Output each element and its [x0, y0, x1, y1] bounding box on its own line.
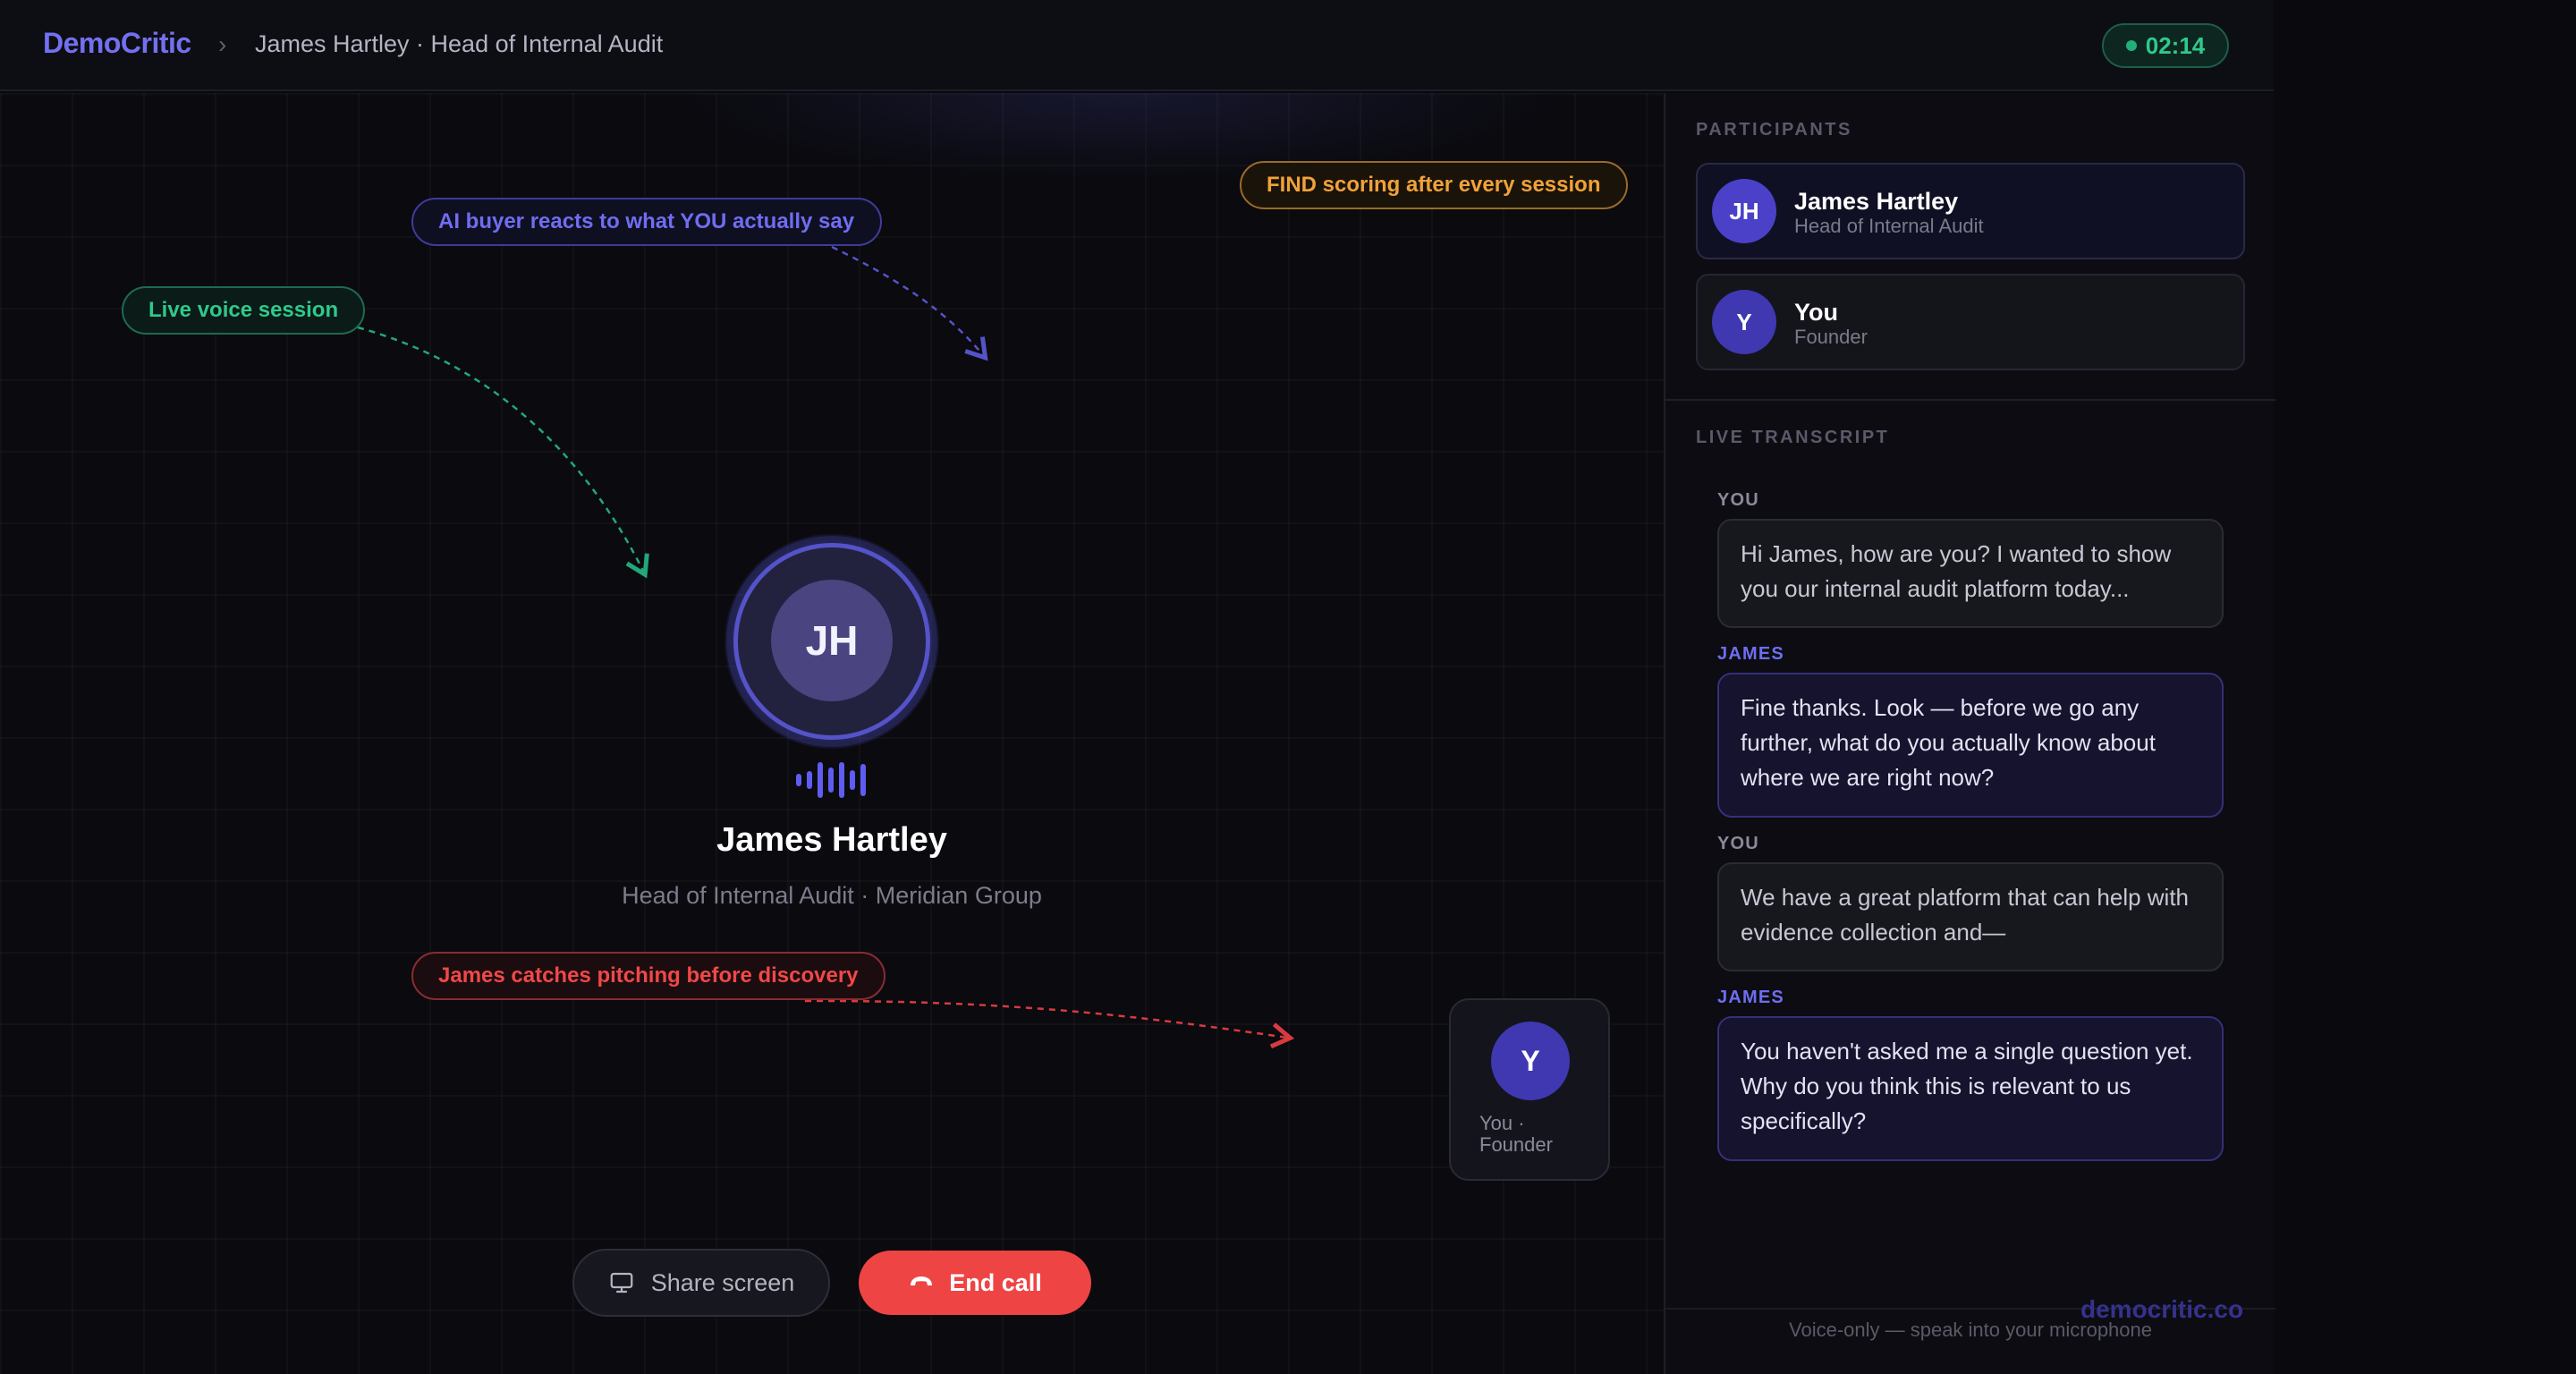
transcript-speaker: JAMES [1717, 988, 1784, 1007]
callout-live-voice: Live voice session [122, 286, 365, 335]
transcript-message: Fine thanks. Look — before we go any fur… [1717, 673, 2224, 818]
end-call-button[interactable]: End call [859, 1251, 1091, 1315]
call-timer: 02:14 [2102, 23, 2229, 68]
transcript-message: Hi James, how are you? I wanted to show … [1717, 519, 2224, 628]
speaker-avatar: JH [771, 580, 893, 701]
share-screen-button[interactable]: Share screen [572, 1249, 830, 1317]
app-window: DemoCritic › James Hartley · Head of Int… [0, 0, 2576, 1374]
participants-title: PARTICIPANTS [1696, 120, 1852, 140]
self-label: You · Founder [1479, 1112, 1553, 1156]
breadcrumb-separator: › [218, 30, 227, 58]
phone-hangup-icon [908, 1272, 935, 1293]
brand-logo[interactable]: DemoCritic [43, 27, 191, 60]
transcript-speaker: YOU [1717, 490, 1759, 510]
participant-card-james[interactable]: JH James Hartley Head of Internal Audit [1696, 163, 2245, 259]
transcript-message: You haven't asked me a single question y… [1717, 1016, 2224, 1161]
side-panel: PARTICIPANTS JH James Hartley Head of In… [1664, 93, 2275, 1374]
participant-role: Founder [1794, 326, 1868, 348]
speaker-role: Head of Internal Audit · Meridian Group [622, 882, 1042, 909]
callout-find-scoring: FIND scoring after every session [1240, 161, 1628, 209]
monitor-icon [608, 1269, 635, 1296]
watermark: democritic.co [2080, 1295, 2244, 1323]
transcript-speaker: JAMES [1717, 644, 1784, 664]
callout-ai-buyer: AI buyer reacts to what YOU actually say [411, 198, 882, 246]
callout-pitching: James catches pitching before discovery [411, 952, 886, 1000]
share-screen-label: Share screen [650, 1268, 795, 1296]
participant-name: James Hartley [1794, 188, 1959, 215]
transcript-message: We have a great platform that can help w… [1717, 862, 2224, 971]
breadcrumb: James Hartley · Head of Internal Audit [255, 30, 664, 57]
self-avatar: Y [1491, 1022, 1570, 1100]
speaker-name: James Hartley [716, 821, 947, 859]
self-video-tile: Y You · Founder [1449, 998, 1610, 1181]
participant-card-you[interactable]: Y You Founder [1696, 274, 2245, 370]
transcript-speaker: YOU [1717, 834, 1759, 853]
live-dot-icon [2125, 40, 2137, 51]
voice-activity-icon [796, 760, 871, 800]
transcript-title: LIVE TRANSCRIPT [1696, 428, 1890, 447]
participant-avatar: Y [1712, 290, 1776, 354]
panel-divider [1665, 399, 2275, 401]
participant-role: Head of Internal Audit [1794, 215, 1984, 237]
timer-value: 02:14 [2145, 31, 2206, 59]
participant-name: You [1794, 299, 1838, 326]
top-bar: DemoCritic › James Hartley · Head of Int… [0, 0, 2274, 91]
end-call-label: End call [949, 1268, 1042, 1296]
participant-avatar: JH [1712, 179, 1776, 243]
